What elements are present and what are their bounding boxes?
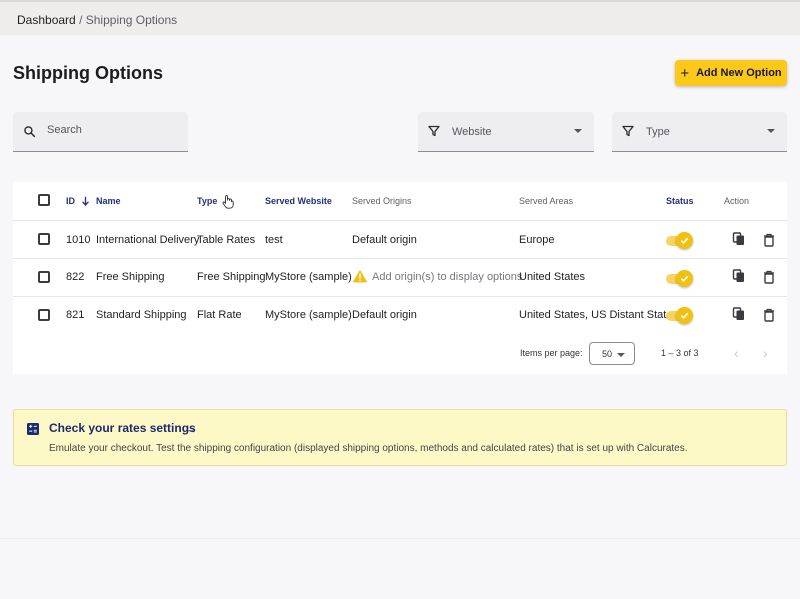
- items-per-page-label: Items per page:: [520, 348, 583, 358]
- trash-icon[interactable]: [762, 233, 776, 247]
- filter-icon: [622, 125, 634, 137]
- footer-divider: [0, 538, 800, 539]
- row-checkbox[interactable]: [38, 271, 50, 283]
- row-name[interactable]: International Delivery: [96, 234, 199, 246]
- row-id: 822: [66, 271, 85, 283]
- row-divider: [13, 258, 787, 259]
- toggle-knob: [676, 307, 693, 324]
- check-icon: [680, 312, 689, 319]
- search-icon: [24, 126, 36, 138]
- website-filter-select[interactable]: Website: [418, 112, 594, 152]
- breadcrumb-current: Shipping Options: [85, 13, 178, 27]
- page-title: Shipping Options: [13, 63, 163, 83]
- add-new-option-label: Add New Option: [696, 67, 782, 79]
- column-header-served-website[interactable]: Served Website: [265, 196, 332, 206]
- calculator-icon: [27, 423, 39, 435]
- row-id: 1010: [66, 234, 91, 246]
- row-served-areas: Europe: [519, 234, 555, 246]
- row-id: 821: [66, 309, 85, 321]
- previous-page-icon[interactable]: ‹: [734, 346, 739, 360]
- copy-icon[interactable]: [732, 307, 746, 321]
- page-size-value: 50: [602, 349, 613, 359]
- row-name[interactable]: Standard Shipping: [96, 309, 187, 321]
- row-name[interactable]: Free Shipping: [96, 271, 165, 283]
- row-type: Free Shipping: [197, 271, 266, 283]
- rates-settings-banner: Check your rates settings → Emulate your…: [13, 409, 787, 466]
- column-header-served-areas: Served Areas: [519, 196, 574, 206]
- website-filter-label: Website: [452, 126, 492, 138]
- row-served-origins: Default origin: [352, 234, 417, 246]
- type-filter-label: Type: [646, 126, 670, 138]
- row-served-website: test: [265, 234, 283, 246]
- pagination-range: 1 – 3 of 3: [661, 348, 699, 358]
- column-header-served-origins: Served Origins: [352, 196, 412, 206]
- row-divider: [13, 296, 787, 297]
- copy-icon[interactable]: [732, 232, 746, 246]
- copy-icon[interactable]: [732, 269, 746, 283]
- toggle-knob: [676, 270, 693, 287]
- plus-icon: +: [680, 64, 690, 82]
- shipping-options-table: ID Name Type Served Website Served Origi…: [13, 182, 787, 374]
- column-header-action: Action: [724, 196, 750, 206]
- column-header-id[interactable]: ID: [66, 196, 90, 206]
- top-bar: Dashboard / Shipping Options: [0, 0, 800, 35]
- items-per-page-select[interactable]: 50: [589, 342, 635, 365]
- row-served-origins[interactable]: Add origin(s) to display options: [372, 271, 522, 283]
- status-toggle[interactable]: [666, 270, 693, 287]
- breadcrumb-dashboard-link[interactable]: Dashboard: [17, 13, 76, 27]
- column-header-type[interactable]: Type: [197, 196, 217, 206]
- check-rates-settings-link[interactable]: Check your rates settings: [49, 421, 196, 435]
- toggle-knob: [676, 232, 693, 249]
- next-page-icon[interactable]: ›: [763, 346, 768, 360]
- type-filter-select[interactable]: Type: [612, 112, 787, 152]
- row-type: Flat Rate: [197, 309, 242, 321]
- status-toggle[interactable]: [666, 232, 693, 249]
- row-served-origins: Default origin: [352, 309, 417, 321]
- filter-icon: [428, 125, 440, 137]
- status-toggle[interactable]: [666, 307, 693, 324]
- check-icon: [680, 275, 689, 282]
- select-all-checkbox[interactable]: [38, 194, 50, 206]
- row-served-areas: United States, US Distant Stat...: [519, 309, 676, 321]
- row-served-areas: United States: [519, 271, 586, 283]
- column-header-name[interactable]: Name: [96, 196, 121, 206]
- banner-description: Emulate your checkout. Test the shipping…: [49, 443, 688, 454]
- hand-cursor-icon: [222, 195, 234, 209]
- chevron-down-icon: [767, 129, 775, 133]
- sort-arrow-down-icon: [81, 196, 89, 206]
- row-served-website: MyStore (sample): [265, 309, 352, 321]
- search-placeholder: Search: [47, 124, 82, 136]
- check-icon: [680, 237, 689, 244]
- trash-icon[interactable]: [762, 308, 776, 322]
- row-served-website: MyStore (sample): [265, 271, 352, 283]
- chevron-down-icon: [617, 353, 625, 357]
- add-new-option-button[interactable]: + Add New Option: [675, 60, 787, 86]
- header-divider: [13, 220, 787, 221]
- row-type: Table Rates: [197, 234, 256, 246]
- arrow-right-icon[interactable]: →: [185, 421, 198, 436]
- row-checkbox[interactable]: [38, 233, 50, 245]
- search-input[interactable]: Search: [13, 112, 188, 152]
- warning-icon: [352, 269, 368, 283]
- breadcrumb: Dashboard / Shipping Options: [17, 13, 177, 27]
- trash-icon[interactable]: [762, 270, 776, 284]
- column-header-status[interactable]: Status: [666, 196, 694, 206]
- breadcrumb-separator: /: [79, 13, 83, 27]
- row-checkbox[interactable]: [38, 309, 50, 321]
- chevron-down-icon: [574, 129, 582, 133]
